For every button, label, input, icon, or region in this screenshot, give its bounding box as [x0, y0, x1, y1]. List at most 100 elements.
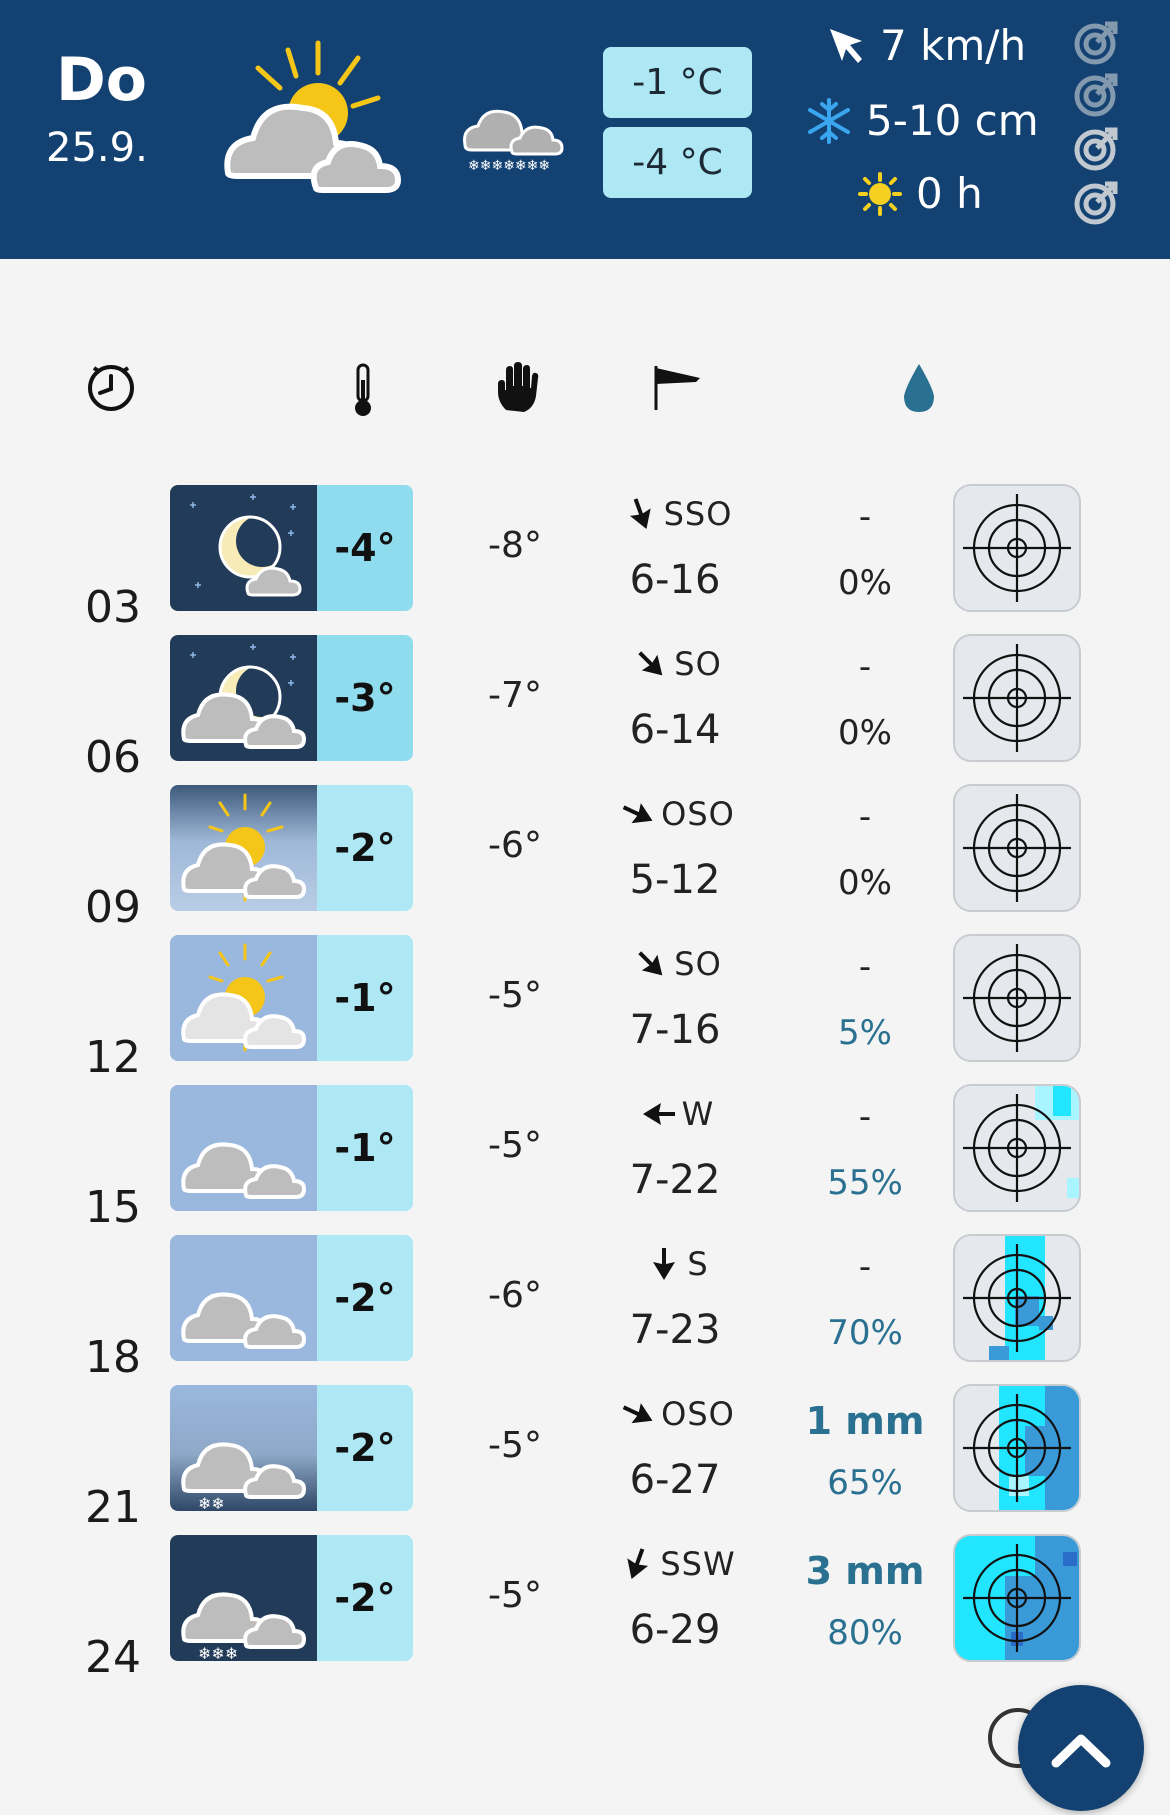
- radar-button[interactable]: [953, 934, 1081, 1062]
- feels-like-temperature: -6°: [488, 825, 542, 866]
- radar-button[interactable]: [953, 1234, 1081, 1362]
- weather-icon-box[interactable]: -4°: [170, 485, 413, 611]
- share-icon[interactable]: [1073, 178, 1121, 226]
- precipitation-probability: 65%: [827, 1463, 903, 1503]
- hour-temperature: -2°: [317, 1385, 413, 1511]
- weather-icon-box[interactable]: ❄❄ -2°: [170, 1385, 413, 1511]
- wind-direction-arrow-icon: [638, 648, 664, 680]
- precipitation-probability: 80%: [827, 1613, 903, 1653]
- feels-like-temperature: -7°: [488, 675, 542, 716]
- weather-icon-box[interactable]: -2°: [170, 1235, 413, 1361]
- precipitation-amount: -: [858, 1097, 872, 1137]
- day-name: Do: [56, 45, 148, 115]
- wind-direction-label: SSW: [660, 1545, 736, 1583]
- precipitation-probability: 70%: [827, 1313, 903, 1353]
- wind-direction-arrow-icon: [622, 798, 653, 830]
- weather-icon-box[interactable]: ❄❄❄ -2°: [170, 1535, 413, 1661]
- hour-temperature: -2°: [317, 1535, 413, 1661]
- wind-speed: 6-16: [629, 557, 721, 603]
- svg-text:❄❄❄❄❄❄❄: ❄❄❄❄❄❄❄: [468, 158, 550, 174]
- weather-sky-icon: [170, 1085, 317, 1211]
- wind-speed: 7-23: [629, 1307, 721, 1353]
- hand-icon: [492, 362, 544, 418]
- precipitation-amount: -: [858, 797, 872, 837]
- radar-target-icon: [963, 1386, 1079, 1510]
- wind-direction: W: [620, 1095, 740, 1133]
- sunshine-value: 0 h: [916, 169, 983, 218]
- time-label: 09: [85, 882, 141, 933]
- windsock-icon: [652, 362, 704, 418]
- temp-max-box: -1 °C: [603, 47, 752, 118]
- radar-button[interactable]: [953, 484, 1081, 612]
- day-header: Do 25.9. ❄❄❄❄❄❄❄ -1 °C -4 °C 7 km/h 5-10…: [0, 0, 1170, 259]
- radar-button[interactable]: [953, 1384, 1081, 1512]
- wind-direction: SO: [620, 945, 740, 983]
- time-label: 15: [85, 1182, 141, 1233]
- weather-sky-icon: [170, 1235, 317, 1361]
- wind-direction: OSO: [620, 1395, 740, 1433]
- sun-icon: [858, 172, 902, 216]
- precipitation-amount: -: [858, 647, 872, 687]
- day-date: 25.9.: [46, 125, 148, 171]
- wind-direction-label: SSO: [663, 495, 733, 533]
- wind-value: 7 km/h: [880, 21, 1027, 70]
- time-label: 12: [85, 1032, 141, 1083]
- scroll-top-button[interactable]: [1018, 1685, 1144, 1811]
- feels-like-temperature: -5°: [488, 1125, 542, 1166]
- raindrop-icon: [900, 362, 938, 418]
- precipitation-amount: -: [858, 497, 872, 537]
- weather-icon-box[interactable]: -3°: [170, 635, 413, 761]
- time-label: 18: [85, 1332, 141, 1383]
- weather-icon-box[interactable]: -1°: [170, 935, 413, 1061]
- clock-icon: [86, 362, 136, 416]
- snow-value: 5-10 cm: [866, 96, 1039, 145]
- wind-speed: 5-12: [629, 857, 721, 903]
- wind-direction-label: OSO: [661, 795, 735, 833]
- wind-speed: 7-16: [629, 1007, 721, 1053]
- radar-target-icon: [963, 944, 1071, 1052]
- wind-direction: SSW: [620, 1545, 740, 1583]
- time-label: 21: [85, 1482, 141, 1533]
- weather-icon-box[interactable]: -1°: [170, 1085, 413, 1211]
- radar-target-icon: [963, 1236, 1071, 1360]
- wind-speed: 7-22: [629, 1157, 721, 1203]
- weather-sky-icon: [170, 785, 317, 911]
- hour-temperature: -3°: [317, 635, 413, 761]
- hour-temperature: -2°: [317, 785, 413, 911]
- wind-direction-arrow-icon: [628, 498, 654, 530]
- weather-sky-icon: ❄❄: [170, 1385, 317, 1511]
- thermometer-icon: [348, 362, 378, 422]
- radar-button[interactable]: [953, 784, 1081, 912]
- wind-direction-label: S: [687, 1245, 709, 1283]
- precipitation-amount: -: [858, 1247, 872, 1287]
- radar-button[interactable]: [953, 634, 1081, 762]
- precipitation-probability: 55%: [827, 1163, 903, 1203]
- chevron-up-icon: [1051, 1734, 1111, 1768]
- wind-direction-label: SO: [674, 945, 722, 983]
- radar-target-icon: [963, 494, 1071, 602]
- sunshine-summary: 0 h: [858, 172, 983, 216]
- wind-direction: S: [620, 1245, 740, 1283]
- weather-icon-box[interactable]: -2°: [170, 785, 413, 911]
- temp-min-box: -4 °C: [603, 127, 752, 198]
- share-icon[interactable]: [1073, 124, 1121, 172]
- snow-cloud-icon: ❄❄❄❄❄❄❄: [460, 100, 565, 179]
- wind-direction: SSO: [620, 495, 740, 533]
- precipitation-probability: 0%: [838, 713, 892, 753]
- radar-button[interactable]: [953, 1084, 1081, 1212]
- precipitation-amount: 1 mm: [805, 1399, 925, 1443]
- svg-text:❄❄❄: ❄❄❄: [198, 1644, 238, 1661]
- share-icon[interactable]: [1073, 70, 1121, 118]
- wind-arrow-icon: [828, 27, 866, 65]
- feels-like-temperature: -6°: [488, 1275, 542, 1316]
- share-icon[interactable]: [1073, 18, 1121, 66]
- wind-direction-arrow-icon: [638, 948, 664, 980]
- radar-target-icon: [955, 1536, 1079, 1660]
- radar-button[interactable]: [953, 1534, 1081, 1662]
- wind-direction-label: W: [681, 1095, 715, 1133]
- precipitation-amount: 3 mm: [805, 1549, 925, 1593]
- precipitation-probability: 0%: [838, 563, 892, 603]
- hour-temperature: -2°: [317, 1235, 413, 1361]
- feels-like-temperature: -8°: [488, 525, 542, 566]
- weather-sky-icon: [170, 485, 317, 611]
